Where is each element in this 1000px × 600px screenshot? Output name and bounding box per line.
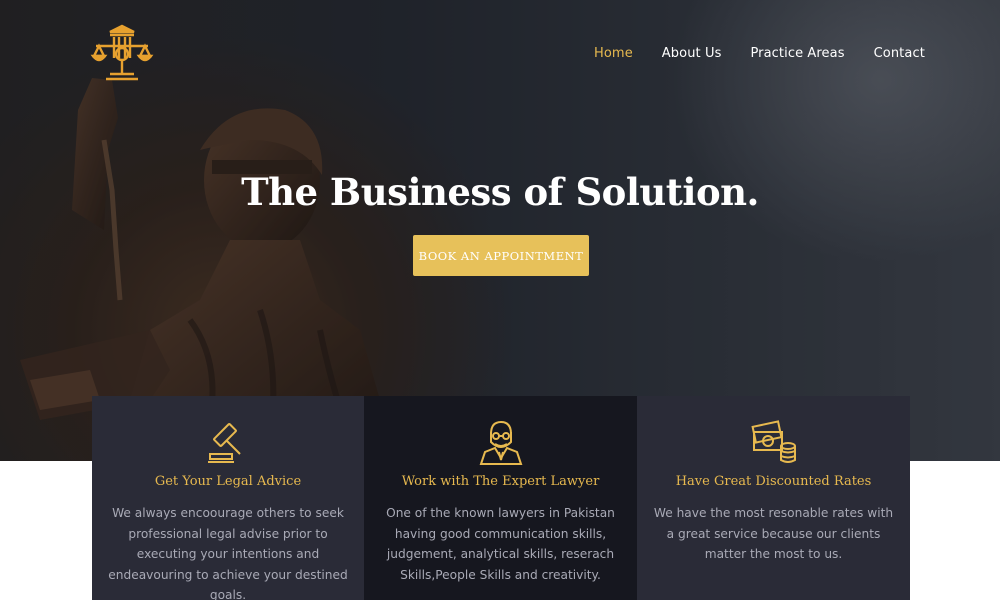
hero-title: The Business of Solution. xyxy=(241,170,759,214)
feature-title: Have Great Discounted Rates xyxy=(675,474,872,489)
feature-title: Get Your Legal Advice xyxy=(154,474,302,489)
gavel-icon xyxy=(208,423,241,463)
hero-section: Home About Us Practice Areas Contact The… xyxy=(0,0,1000,461)
lawyer-icon xyxy=(479,420,522,465)
feature-card-legal-advice: Get Your Legal Advice We always encooura… xyxy=(92,396,364,600)
feature-card-expert-lawyer: Work with The Expert Lawyer One of the k… xyxy=(364,396,637,600)
nav-item-contact[interactable]: Contact xyxy=(874,46,925,61)
nav-item-home[interactable]: Home xyxy=(594,46,633,61)
money-coins-icon xyxy=(750,420,796,463)
feature-title: Work with The Expert Lawyer xyxy=(401,474,600,489)
nav-item-practice-areas[interactable]: Practice Areas xyxy=(750,46,844,61)
law-scales-pillar-logo[interactable] xyxy=(90,24,154,84)
main-nav: Home About Us Practice Areas Contact xyxy=(594,46,925,61)
feature-text: One of the known lawyers in Pakistan hav… xyxy=(386,506,615,582)
feature-text: We always encoourage others to seek prof… xyxy=(108,506,348,600)
feature-text: We have the most resonable rates with a … xyxy=(653,506,894,561)
nav-item-about-us[interactable]: About Us xyxy=(662,46,722,61)
feature-card-discounted-rates: Have Great Discounted Rates We have the … xyxy=(637,396,910,600)
book-appointment-button[interactable]: BOOK AN APPOINTMENT xyxy=(413,235,589,276)
feature-cards: Get Your Legal Advice We always encooura… xyxy=(92,396,910,600)
